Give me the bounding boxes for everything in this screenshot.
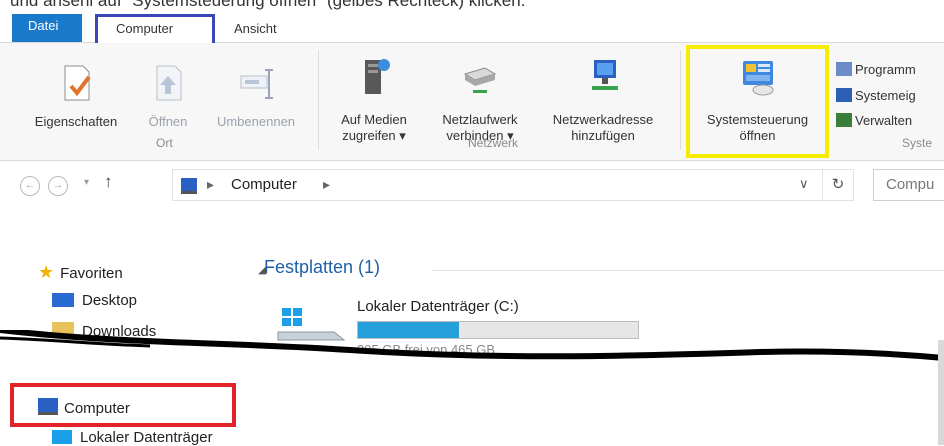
open-label: Öffnen: [148, 114, 188, 129]
breadcrumb-chevron-icon: ▸: [207, 176, 215, 192]
highlight-red-rectangle: [10, 383, 236, 427]
recent-locations-icon[interactable]: ▾: [84, 177, 89, 188]
breadcrumb-chevron-icon: ▸: [323, 176, 331, 192]
group-network-label: Netzwerk: [468, 136, 519, 150]
properties-label: Eigenschaften: [34, 114, 118, 129]
refresh-button[interactable]: ↻: [822, 169, 854, 201]
instruction-caption: und ansehl auf "Systemsteuerung öffnen" …: [10, 0, 526, 10]
map-network-drive-button[interactable]: Netzlaufwerk verbinden ▾: [428, 56, 532, 144]
favorites-label: Favoriten: [60, 265, 123, 282]
media-server-icon: [365, 59, 390, 94]
sidebar-item-local-disk[interactable]: Lokaler Datenträger: [52, 429, 213, 446]
programs-label: Programm: [855, 62, 916, 77]
add-network-location-button[interactable]: Netzwerkadresse hinzufügen: [536, 56, 670, 144]
forward-button[interactable]: →: [48, 176, 68, 196]
tab-view[interactable]: Ansicht: [234, 18, 277, 40]
add-network-label-1: Netzwerkadresse: [552, 112, 654, 127]
open-button[interactable]: Öffnen: [134, 62, 202, 130]
group-location-label: Ort: [156, 136, 173, 150]
access-media-label-1: Auf Medien: [341, 112, 407, 127]
sidebar-item-desktop[interactable]: Desktop: [52, 292, 137, 309]
breadcrumb-computer[interactable]: Computer: [231, 176, 297, 193]
network-drive-icon: [463, 67, 497, 93]
computer-icon: [181, 178, 197, 194]
open-icon: [156, 65, 182, 101]
section-divider: [432, 270, 944, 271]
system-properties-icon: [836, 88, 852, 102]
rename-button[interactable]: Umbenennen: [202, 62, 310, 130]
properties-icon: [64, 65, 91, 101]
group-separator: [318, 50, 319, 150]
up-arrow-icon[interactable]: ↑: [104, 172, 113, 192]
section-header-drives: Festplatten (1): [264, 257, 381, 277]
rename-label: Umbenennen: [216, 114, 296, 129]
sidebar-item-favorites[interactable]: ★ Favoriten: [38, 262, 123, 283]
system-properties-label: Systemeig: [855, 88, 916, 103]
drive-c-name[interactable]: Lokaler Datenträger (C:): [357, 298, 519, 315]
properties-button[interactable]: Eigenschaften: [18, 62, 134, 130]
network-location-icon: [592, 60, 618, 90]
group-separator: [680, 50, 681, 150]
map-drive-label-1: Netzlaufwerk: [442, 112, 518, 127]
desktop-icon: [52, 293, 74, 307]
access-media-button[interactable]: Auf Medien zugreifen ▾: [326, 56, 422, 144]
rename-icon: [240, 69, 273, 99]
address-dropdown-icon[interactable]: ∨: [799, 176, 809, 192]
system-properties-button[interactable]: Systemeig: [836, 88, 916, 103]
local-disk-icon: [52, 430, 72, 444]
desktop-label: Desktop: [82, 292, 138, 309]
programs-icon: [836, 62, 852, 76]
add-network-label-2: hinzufügen: [571, 128, 635, 143]
manage-icon: [836, 113, 852, 127]
scrollbar-track[interactable]: [938, 340, 944, 445]
highlight-yellow-rectangle: [686, 45, 829, 158]
group-system-label: Syste: [902, 136, 933, 150]
address-field[interactable]: ▸ Computer ▸ ∨: [172, 169, 823, 201]
star-icon: ★: [38, 262, 55, 282]
search-input[interactable]: Compu: [873, 169, 944, 201]
torn-cut-overlay: [0, 330, 944, 390]
tab-file[interactable]: Datei: [12, 14, 82, 42]
access-media-label-2: zugreifen ▾: [342, 128, 406, 143]
manage-label: Verwalten: [855, 113, 913, 128]
uninstall-programs-button[interactable]: Programm: [836, 62, 916, 77]
back-button[interactable]: ←: [20, 176, 40, 196]
manage-button[interactable]: Verwalten: [836, 113, 912, 128]
local-disk-label: Lokaler Datenträger: [80, 429, 213, 446]
